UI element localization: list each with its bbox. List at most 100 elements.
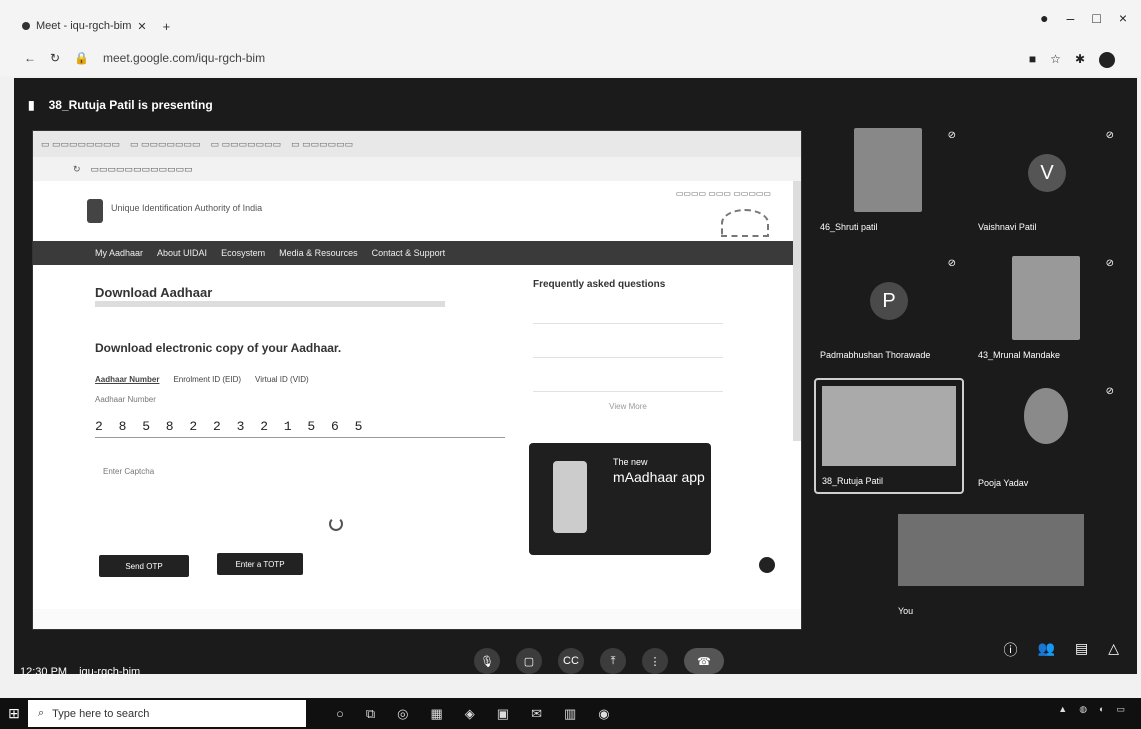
uidai-content: Download Aadhaar Download electronic cop… — [33, 265, 801, 609]
taskbar-search[interactable]: ⌕ Type here to search — [28, 700, 306, 727]
aadhaar-logo-icon — [721, 209, 769, 237]
camera-button[interactable]: ▢ — [516, 648, 542, 674]
more-vert-icon: ⋮ — [649, 655, 661, 668]
participant-name: 38_Rutuja Patil — [822, 476, 884, 486]
aadhaar-field-label: Aadhaar Number — [95, 395, 156, 404]
shared-tab: ▭ ▭▭▭▭▭▭ — [291, 138, 354, 149]
taskbar-search-placeholder: Type here to search — [52, 707, 150, 720]
participant-tile[interactable]: ⊘ Pooja Yadav — [972, 378, 1122, 494]
participant-avatar: V — [1028, 154, 1066, 193]
captcha-label: Enter Captcha — [103, 467, 155, 476]
presenting-banner: ▮ 38_Rutuja Patil is presenting — [28, 98, 213, 112]
activities-icon[interactable]: △ — [1108, 640, 1119, 660]
nav-item: Media & Resources — [279, 248, 358, 258]
info-icon[interactable]: ⓘ — [1004, 640, 1018, 660]
shared-url: ▭▭▭▭▭▭▭▭▭▭▭▭ — [90, 163, 193, 174]
leave-call-button[interactable]: ☎ — [684, 648, 724, 674]
faq-item — [533, 306, 723, 324]
mail-icon[interactable]: ✉ — [531, 706, 542, 722]
extensions-icon[interactable]: ✱ — [1075, 52, 1085, 68]
option-vid: Virtual ID (VID) — [255, 375, 309, 384]
minimize-button[interactable]: – — [1067, 10, 1075, 26]
lock-icon: 🔒 — [74, 51, 90, 65]
option-aadhaar-number: Aadhaar Number — [95, 375, 160, 384]
faq-panel: Frequently asked questions View More — [533, 279, 723, 411]
mic-button[interactable]: 🎙 — [474, 648, 500, 674]
address-bar-row: ← ↻ 🔒 meet.google.com/iqu-rgch-bim — [0, 40, 1141, 76]
close-window-button[interactable]: × — [1119, 10, 1127, 26]
captions-button[interactable]: CC — [558, 648, 584, 674]
banner-the-new: The new — [613, 457, 648, 467]
enter-totp-button: Enter a TOTP — [217, 553, 303, 575]
faq-item — [533, 340, 723, 358]
back-arrow-icon[interactable]: ← — [24, 51, 36, 65]
camera-icon[interactable]: ■ — [1029, 52, 1036, 68]
meeting-code: iqu-rgch-bim — [79, 666, 141, 678]
shared-address-bar: ↻ ▭▭▭▭▭▭▭▭▭▭▭▭ — [33, 157, 801, 181]
browser-tab-meet[interactable]: Meet - iqu-rgch-bim ✕ + — [22, 16, 192, 36]
tab-close-icon[interactable]: ✕ — [137, 20, 146, 33]
shared-browser-tabs: ▭ ▭▭▭▭▭▭▭▭ ▭ ▭▭▭▭▭▭▭ ▭ ▭▭▭▭▭▭▭ ▭ ▭▭▭▭▭▭ — [33, 131, 801, 157]
chrome-icon[interactable]: ◎ — [397, 706, 408, 722]
windows-start-icon[interactable]: ⊞ — [0, 698, 28, 729]
more-options-button[interactable]: ⋮ — [642, 648, 668, 674]
maximize-button[interactable]: □ — [1092, 10, 1100, 26]
participant-tile[interactable]: ⊘ 43_Mrunal Mandake — [972, 250, 1122, 366]
reload-icon[interactable]: ↻ — [50, 51, 60, 65]
meet-side-controls: ⓘ 👥 ▤ △ — [1004, 640, 1119, 660]
participant-tile[interactable]: V ⊘ Vaishnavi Patil — [972, 122, 1122, 238]
tray-app-icon[interactable]: ▲ — [1058, 704, 1067, 715]
chat-bubble-icon — [759, 557, 775, 573]
people-icon[interactable]: 👥 — [1038, 640, 1055, 660]
banner-app-name: mAadhaar app — [613, 469, 705, 485]
nav-item: About UIDAI — [157, 248, 208, 258]
participant-tile[interactable]: ⊘ 46_Shruti patil — [814, 122, 964, 238]
presentation-icon: ▮ — [28, 98, 35, 112]
participant-video — [854, 128, 922, 212]
app-icon[interactable]: ◉ — [598, 706, 609, 722]
app-icon[interactable]: ◈ — [465, 706, 475, 722]
self-view-tile[interactable]: You — [892, 506, 1092, 622]
faq-item — [533, 374, 723, 392]
nav-item: Contact & Support — [371, 248, 446, 258]
participant-video — [1012, 256, 1080, 340]
new-tab-button[interactable]: + — [163, 19, 171, 34]
uidai-header: Unique Identification Authority of India… — [33, 181, 801, 241]
captions-icon: CC — [563, 655, 579, 667]
taskbar-apps: ○ ⧉ ◎ ▦ ◈ ▣ ✉ ▥ ◉ — [336, 706, 610, 722]
mic-off-icon: ⊘ — [947, 130, 956, 141]
meet-stage: ▮ 38_Rutuja Patil is presenting ▭ ▭▭▭▭▭▭… — [14, 78, 1137, 674]
file-explorer-icon[interactable]: ▦ — [431, 706, 443, 722]
profile-avatar[interactable] — [1099, 52, 1115, 68]
mic-off-icon: ⊘ — [1105, 258, 1114, 269]
participant-tile[interactable]: P ⊘ Padmabhushan Thorawade — [814, 250, 964, 366]
bookmark-star-icon[interactable]: ☆ — [1050, 52, 1061, 68]
network-icon[interactable]: ◍ — [1079, 704, 1087, 715]
volume-icon[interactable]: ◐ — [1099, 704, 1104, 715]
mic-icon: 🎙 — [480, 655, 494, 668]
store-icon[interactable]: ▣ — [497, 706, 509, 722]
mic-off-icon: ⊘ — [1105, 130, 1114, 141]
option-eid: Enrolment ID (EID) — [173, 375, 242, 384]
faq-view-more: View More — [609, 402, 647, 411]
calculator-icon[interactable]: ▥ — [564, 706, 576, 722]
present-button[interactable]: ⤒ — [600, 648, 626, 674]
system-tray: ▲ ◍ ◐ ▭ — [1058, 704, 1125, 715]
shared-tab: ▭ ▭▭▭▭▭▭▭▭ — [41, 138, 121, 149]
uidai-nav: My Aadhaar About UIDAI Ecosystem Media &… — [33, 241, 801, 265]
shared-tab: ▭ ▭▭▭▭▭▭▭ — [130, 138, 201, 149]
participant-tile-speaking[interactable]: 38_Rutuja Patil — [814, 378, 964, 494]
browser-tab-strip: Meet - iqu-rgch-bim ✕ + ● – □ × — [0, 0, 1141, 40]
maadhaar-banner: The new mAadhaar app — [529, 443, 711, 555]
mic-off-icon: ⊘ — [1105, 386, 1114, 397]
phone-hangup-icon: ☎ — [697, 655, 711, 668]
notifications-icon[interactable]: ▭ — [1116, 704, 1125, 715]
participant-name: 43_Mrunal Mandake — [978, 350, 1061, 360]
cortana-icon[interactable]: ○ — [336, 706, 344, 722]
profile-dot-icon[interactable]: ● — [1040, 10, 1048, 26]
address-bar[interactable]: meet.google.com/iqu-rgch-bim — [103, 51, 265, 65]
task-view-icon[interactable]: ⧉ — [366, 706, 375, 722]
windows-taskbar: ⊞ ⌕ Type here to search ○ ⧉ ◎ ▦ ◈ ▣ ✉ ▥ … — [0, 698, 1141, 729]
chat-icon[interactable]: ▤ — [1075, 640, 1088, 660]
meet-favicon-icon — [22, 22, 30, 30]
